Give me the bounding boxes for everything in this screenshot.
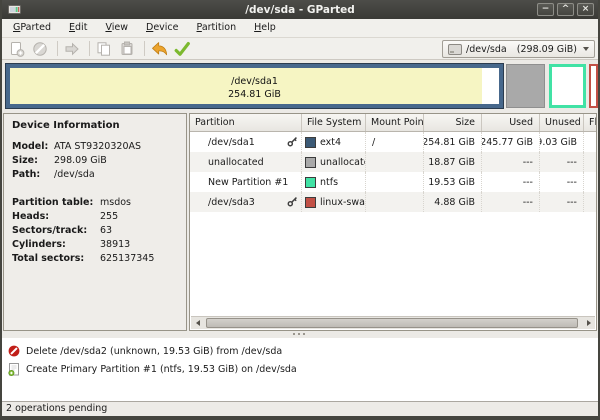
hard-disk-icon	[448, 44, 462, 55]
info-label: Size:	[12, 154, 54, 168]
info-label: Partition table:	[12, 196, 100, 210]
key-icon	[287, 136, 298, 150]
device-information-panel: Device Information Model: ATA ST9320320A…	[3, 113, 187, 331]
menu-device[interactable]: Device	[137, 19, 188, 37]
scrollbar-thumb[interactable]	[206, 318, 578, 328]
menu-partition[interactable]: Partition	[188, 19, 246, 37]
device-selector-path: /dev/sda	[466, 44, 507, 55]
segment-unallocated[interactable]	[506, 64, 545, 108]
fs-color-swatch	[305, 197, 316, 208]
fs-color-swatch	[305, 137, 316, 148]
delete-operation-icon	[7, 345, 21, 357]
status-bar: 2 operations pending	[2, 401, 598, 416]
column-header-size[interactable]: Size	[424, 114, 482, 131]
info-value: 298.09 GiB	[54, 154, 186, 168]
segment-sda3-swap[interactable]	[589, 64, 598, 108]
scroll-right-icon	[587, 320, 591, 326]
toolbar: /dev/sda (298.09 GiB)	[2, 38, 598, 60]
column-header-used[interactable]: Used	[482, 114, 540, 131]
column-header-unused[interactable]: Unused	[540, 114, 584, 131]
info-value: /dev/sda	[54, 168, 186, 182]
table-row-unallocated[interactable]: unallocated unallocated 18.87 GiB --- --…	[190, 152, 596, 172]
info-label: Sectors/track:	[12, 224, 100, 238]
column-header-partition[interactable]: Partition	[190, 114, 302, 131]
partition-list: Partition File System Mount Point Size U…	[189, 113, 597, 331]
column-header-mountpoint[interactable]: Mount Point	[366, 114, 424, 131]
maximize-button[interactable]: ^	[557, 3, 574, 16]
operation-item[interactable]: Create Primary Partition #1 (ntfs, 19.53…	[2, 360, 598, 378]
segment-sda1-label: /dev/sda1	[10, 75, 499, 88]
new-partition-icon	[8, 40, 26, 58]
resize-move-button[interactable]	[62, 39, 82, 59]
pending-operations-pane: Delete /dev/sda2 (unknown, 19.53 GiB) fr…	[2, 338, 598, 401]
segment-sda1-size: 254.81 GiB	[10, 88, 499, 101]
window-title: /dev/sda - GParted	[2, 4, 598, 16]
paste-button[interactable]	[117, 39, 137, 59]
pane-splitter-grip[interactable]	[293, 333, 295, 335]
minimize-button[interactable]: −	[537, 3, 554, 16]
scroll-right-button[interactable]	[582, 317, 595, 329]
delete-partition-icon	[31, 40, 49, 58]
key-icon	[287, 196, 298, 210]
partition-list-header: Partition File System Mount Point Size U…	[190, 114, 596, 132]
new-partition-button[interactable]	[7, 39, 27, 59]
table-row-sda3[interactable]: /dev/sda3 linux-swap 4.88 GiB --- ---	[190, 192, 596, 212]
column-header-flags[interactable]: Flags	[584, 114, 597, 131]
scroll-left-icon	[196, 320, 200, 326]
info-value: 63	[100, 224, 186, 238]
status-text: 2 operations pending	[6, 403, 107, 414]
fs-color-swatch	[305, 157, 316, 168]
scroll-left-button[interactable]	[191, 317, 204, 329]
info-label: Model:	[12, 140, 54, 154]
create-operation-icon	[7, 363, 21, 376]
menu-view[interactable]: View	[96, 19, 137, 37]
resize-move-icon	[63, 40, 81, 58]
undo-button[interactable]	[149, 39, 169, 59]
menu-gparted[interactable]: GParted	[4, 19, 60, 37]
info-value: ATA ST9320320AS	[54, 140, 186, 154]
info-label: Heads:	[12, 210, 100, 224]
chevron-down-icon	[583, 47, 589, 51]
table-row-new-partition[interactable]: New Partition #1 ntfs 19.53 GiB --- ---	[190, 172, 596, 192]
info-value: 255	[100, 210, 186, 224]
menu-edit[interactable]: Edit	[60, 19, 96, 37]
undo-icon	[150, 40, 169, 58]
close-button[interactable]: ×	[577, 3, 594, 16]
gparted-window: /dev/sda - GParted − ^ × GParted Edit Vi…	[0, 0, 600, 420]
apply-button[interactable]	[172, 39, 192, 59]
column-header-filesystem[interactable]: File System	[302, 114, 366, 131]
title-bar[interactable]: /dev/sda - GParted − ^ ×	[2, 0, 598, 19]
paste-icon	[118, 40, 136, 58]
operation-text: Delete /dev/sda2 (unknown, 19.53 GiB) fr…	[26, 346, 282, 357]
info-label: Path:	[12, 168, 54, 182]
device-selector[interactable]: /dev/sda (298.09 GiB)	[442, 40, 595, 58]
device-information-title: Device Information	[12, 120, 186, 131]
table-row-sda1[interactable]: /dev/sda1 ext4 / 254.81 GiB 245.77 GiB 9…	[190, 132, 596, 152]
device-selector-size: (298.09 GiB)	[517, 44, 577, 55]
operation-item[interactable]: Delete /dev/sda2 (unknown, 19.53 GiB) fr…	[2, 342, 598, 360]
segment-sda1[interactable]: /dev/sda1 254.81 GiB	[6, 64, 503, 108]
info-label: Total sectors:	[12, 252, 100, 266]
info-value: 625137345	[100, 252, 186, 266]
apply-check-icon	[173, 40, 191, 58]
gparted-app-icon	[8, 4, 21, 18]
toolbar-separator	[144, 41, 145, 56]
delete-partition-button[interactable]	[30, 39, 50, 59]
operation-text: Create Primary Partition #1 (ntfs, 19.53…	[26, 364, 297, 375]
copy-icon	[95, 40, 113, 58]
segment-new-partition[interactable]	[549, 64, 586, 108]
copy-button[interactable]	[94, 39, 114, 59]
fs-color-swatch	[305, 177, 316, 188]
toolbar-separator	[57, 41, 58, 56]
info-value: msdos	[100, 196, 186, 210]
disk-visual-bar: /dev/sda1 254.81 GiB	[2, 60, 598, 113]
info-value: 38913	[100, 238, 186, 252]
horizontal-scrollbar[interactable]	[191, 316, 595, 329]
menu-bar: GParted Edit View Device Partition Help	[2, 19, 598, 38]
toolbar-separator	[89, 41, 90, 56]
menu-help[interactable]: Help	[245, 19, 285, 37]
info-label: Cylinders:	[12, 238, 100, 252]
